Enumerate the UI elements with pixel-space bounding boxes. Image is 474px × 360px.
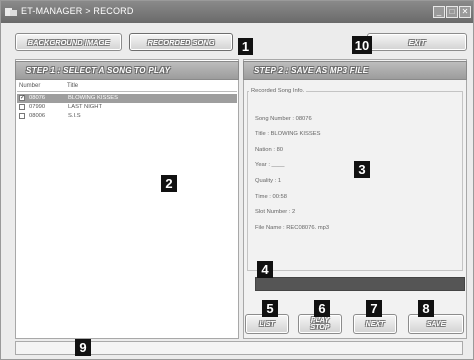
play-stop-button[interactable]: PLAY STOP [298,314,342,334]
play-label: PLAY [310,317,330,324]
song-row[interactable]: 07990 LAST NIGHT [17,103,237,112]
column-header-title[interactable]: Title [67,83,78,89]
song-title: S.I.S [68,113,81,119]
song-row[interactable]: 08076 BLOWING KISSES [17,94,237,103]
callout-8: 8 [418,300,434,317]
song-number: 07990 [29,104,46,110]
exit-button[interactable]: EXIT [367,33,467,51]
song-checkbox[interactable] [19,104,25,110]
app-icon [5,8,17,16]
info-nation: Nation : 80 [255,147,284,153]
info-song-number: Song Number : 08076 [255,116,312,122]
list-button[interactable]: LIST [245,314,289,334]
save-button[interactable]: SAVE [408,314,464,334]
callout-4: 4 [257,261,273,278]
song-title: LAST NIGHT [68,104,103,110]
callout-7: 7 [366,300,382,317]
app-window: ET-MANAGER > RECORD _ □ ✕ BACKGROUND IMA… [0,0,474,360]
info-slot-number: Slot Number : 2 [255,209,296,215]
callout-3: 3 [354,161,370,178]
callout-1: 1 [238,38,253,55]
step2-header: STEP 2 : SAVE AS MP3 FILE [243,61,467,80]
close-icon[interactable]: ✕ [459,6,471,18]
song-row[interactable]: 08006 S.I.S [17,112,237,121]
song-checkbox[interactable] [19,94,25,101]
save-progress-bar [255,277,465,291]
song-number: 08076 [29,95,46,101]
maximize-icon[interactable]: □ [446,6,458,18]
list-divider [17,91,237,92]
column-header-number[interactable]: Number [19,83,40,89]
callout-2: 2 [161,175,177,192]
info-quality: Quality : 1 [255,178,282,184]
window-title: ET-MANAGER > RECORD [21,6,134,16]
callout-10: 10 [352,36,372,54]
callout-9: 9 [75,339,91,356]
recorded-song-button[interactable]: RECORDED SONG [129,33,233,51]
minimize-icon[interactable]: _ [433,6,445,18]
callout-6: 6 [314,300,330,317]
song-checkbox[interactable] [19,113,25,119]
info-time: Time : 00:58 [255,194,288,200]
title-bar: ET-MANAGER > RECORD _ □ ✕ [1,1,473,23]
stop-label: STOP [310,324,330,331]
step1-header: STEP 1 : SELECT A SONG TO PLAY [15,61,239,80]
info-year: Year : ____ [255,162,285,168]
callout-5: 5 [262,300,278,317]
song-title: BLOWING KISSES [68,95,118,101]
song-number: 08006 [29,113,46,119]
song-info-label: Recorded Song Info. [249,88,307,94]
background-image-button[interactable]: BACKGROUND IMAGE [15,33,122,51]
info-title: Title : BLOWING KISSES [255,131,321,137]
info-file-name: File Name : REC08076. mp3 [255,225,330,231]
next-button[interactable]: NEXT [353,314,397,334]
